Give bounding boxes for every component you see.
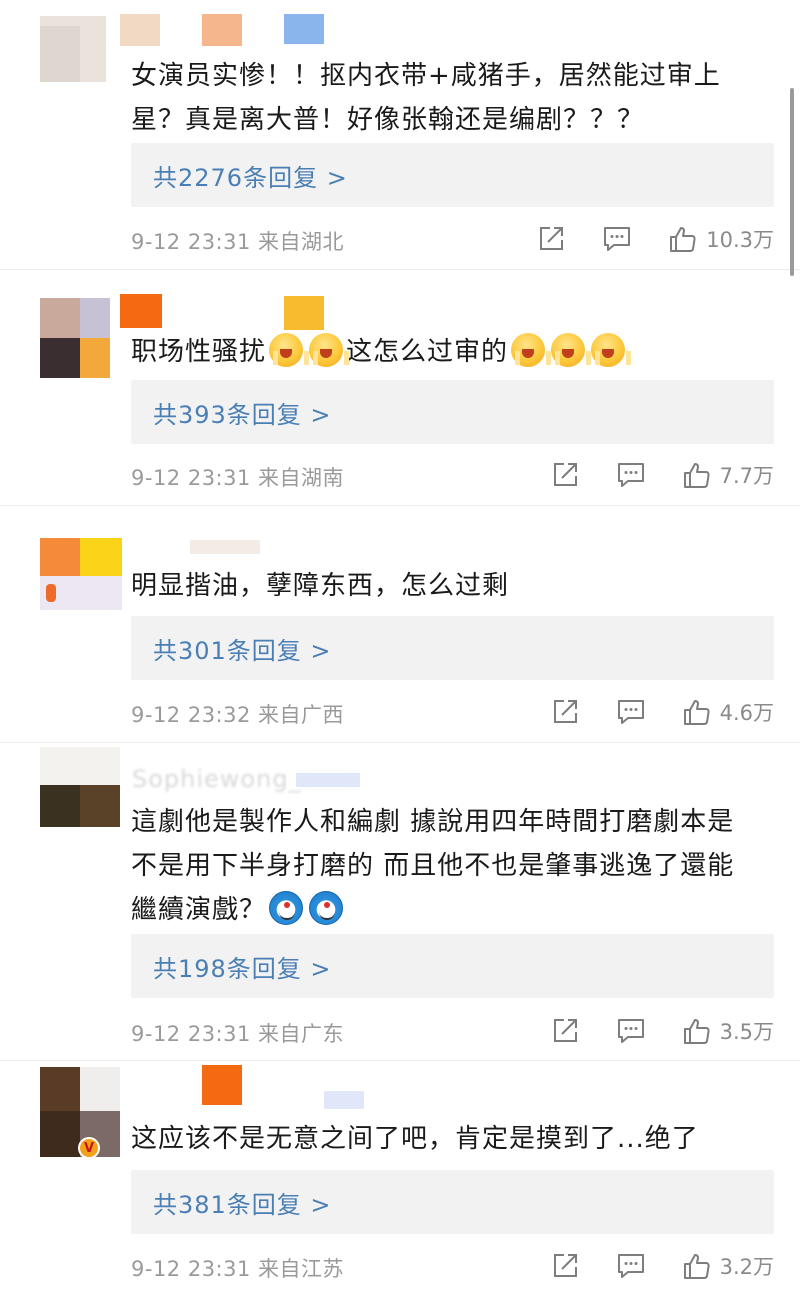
- thumbs-up-icon[interactable]: [682, 697, 712, 727]
- shocked-face-emoji: [551, 333, 592, 367]
- comment-item: 明显揩油，孽障东西，怎么过剩 共301条回复 > 9-12 23:32 来自广西…: [0, 506, 800, 743]
- comment-actions: 7.7万: [550, 458, 774, 492]
- comment-item: Sophiewong_ 這劇他是製作人和編劇 據說用四年時間打磨劇本是不是用下半…: [0, 743, 800, 1061]
- timestamp: 9-12 23:31: [131, 466, 251, 490]
- replies-label[interactable]: 共198条回复 >: [153, 949, 332, 984]
- shocked-face-emoji: [269, 333, 310, 367]
- share-icon[interactable]: [550, 460, 580, 490]
- shocked-face-emoji: [591, 333, 632, 367]
- comment-actions: 10.3万: [536, 222, 774, 256]
- username-redacted[interactable]: [120, 1065, 364, 1109]
- comment-icon[interactable]: [616, 1251, 646, 1281]
- thumbs-up-icon[interactable]: [682, 1016, 712, 1046]
- replies-link[interactable]: 共381条回复 >: [131, 1170, 774, 1234]
- comment-item: 职场性骚扰 这怎么过审的 共393条回复 > 9-12 23:31 来自湖南 7.…: [0, 270, 800, 506]
- like-button[interactable]: 10.3万: [668, 224, 774, 254]
- comment-feed: 女演员实惨！！抠内衣带+咸猪手，居然能过审上星？真是离大普！好像张翰还是编剧？？…: [0, 0, 800, 1309]
- comment-meta: 9-12 23:31 来自湖南: [131, 462, 344, 492]
- comment-meta: 9-12 23:31 来自广东: [131, 1018, 344, 1048]
- username-redacted[interactable]: [120, 12, 360, 46]
- comment-item: V 这应该不是无意之间了吧，肯定是摸到了...绝了 共381条回复 > 9-12…: [0, 1061, 800, 1309]
- timestamp: 9-12 23:31: [131, 230, 251, 254]
- like-button[interactable]: 7.7万: [682, 460, 774, 490]
- shocked-face-emoji: [309, 333, 350, 367]
- comment-text: 职场性骚扰 这怎么过审的: [131, 330, 761, 374]
- comment-actions: 3.2万: [550, 1249, 774, 1283]
- like-count: 3.2万: [719, 1255, 774, 1279]
- comment-actions: 4.6万: [550, 695, 774, 729]
- comment-text-part: 职场性骚扰: [131, 337, 267, 367]
- avatar[interactable]: [40, 298, 110, 378]
- replies-label[interactable]: 共381条回复 >: [153, 1185, 332, 1220]
- verified-badge: V: [78, 1137, 100, 1159]
- thumbs-up-icon[interactable]: [668, 224, 698, 254]
- timestamp: 9-12 23:31: [131, 1022, 251, 1046]
- doraemon-emoji: [269, 891, 304, 925]
- avatar[interactable]: [40, 16, 106, 82]
- replies-link[interactable]: 共301条回复 >: [131, 616, 774, 680]
- comment-text-part: 这怎么过审的: [346, 337, 509, 367]
- replies-link[interactable]: 共198条回复 >: [131, 934, 774, 998]
- comment-text: 女演员实惨！！抠内衣带+咸猪手，居然能过审上星？真是离大普！好像张翰还是编剧？？…: [131, 61, 721, 135]
- location: 来自湖南: [258, 466, 345, 490]
- comment-icon[interactable]: [616, 460, 646, 490]
- comment-text-body: 這劇他是製作人和編劇 據說用四年時間打磨劇本是不是用下半身打磨的 而且他不也是肇…: [131, 807, 735, 925]
- like-count: 3.5万: [719, 1020, 774, 1044]
- comment-icon[interactable]: [616, 1016, 646, 1046]
- avatar[interactable]: [40, 538, 122, 610]
- thumbs-up-icon[interactable]: [682, 460, 712, 490]
- timestamp: 9-12 23:31: [131, 1257, 251, 1281]
- like-button[interactable]: 3.5万: [682, 1016, 774, 1046]
- location: 来自江苏: [258, 1257, 345, 1281]
- comment-text: 这应该不是无意之间了吧，肯定是摸到了...绝了: [131, 1124, 699, 1154]
- share-icon[interactable]: [550, 697, 580, 727]
- thumbs-up-icon[interactable]: [682, 1251, 712, 1281]
- replies-link[interactable]: 共393条回复 >: [131, 380, 774, 444]
- share-icon[interactable]: [550, 1251, 580, 1281]
- username-partial[interactable]: Sophiewong_: [132, 765, 302, 793]
- avatar[interactable]: V: [40, 1067, 120, 1159]
- doraemon-emoji: [309, 891, 344, 925]
- scrollbar[interactable]: [790, 88, 794, 276]
- comment-icon[interactable]: [602, 224, 632, 254]
- username-redacted[interactable]: Sophiewong_: [120, 763, 360, 797]
- replies-label[interactable]: 共393条回复 >: [153, 395, 332, 430]
- like-button[interactable]: 3.2万: [682, 1251, 774, 1281]
- shocked-face-emoji: [511, 333, 552, 367]
- comment-meta: 9-12 23:31 来自湖北: [131, 226, 344, 256]
- like-count: 7.7万: [719, 464, 774, 488]
- like-button[interactable]: 4.6万: [682, 697, 774, 727]
- comment-item: 女演员实惨！！抠内衣带+咸猪手，居然能过审上星？真是离大普！好像张翰还是编剧？？…: [0, 0, 800, 270]
- share-icon[interactable]: [536, 224, 566, 254]
- username-redacted[interactable]: [120, 294, 360, 330]
- username-redacted[interactable]: [120, 534, 360, 568]
- like-count: 10.3万: [706, 228, 774, 252]
- comment-meta: 9-12 23:32 来自广西: [131, 699, 344, 729]
- location: 来自湖北: [258, 230, 345, 254]
- location: 来自广东: [258, 1022, 345, 1046]
- comment-icon[interactable]: [616, 697, 646, 727]
- avatar[interactable]: [40, 747, 120, 827]
- timestamp: 9-12 23:32: [131, 703, 251, 727]
- comment-actions: 3.5万: [550, 1014, 774, 1048]
- like-count: 4.6万: [719, 701, 774, 725]
- share-icon[interactable]: [550, 1016, 580, 1046]
- comment-text: 這劇他是製作人和編劇 據說用四年時間打磨劇本是不是用下半身打磨的 而且他不也是肇…: [131, 800, 751, 932]
- replies-label[interactable]: 共301条回复 >: [153, 631, 332, 666]
- replies-label[interactable]: 共2276条回复 >: [153, 158, 348, 193]
- replies-link[interactable]: 共2276条回复 >: [131, 143, 774, 207]
- comment-meta: 9-12 23:31 来自江苏: [131, 1253, 344, 1283]
- comment-text: 明显揩油，孽障东西，怎么过剩: [131, 571, 510, 601]
- location: 来自广西: [258, 703, 345, 727]
